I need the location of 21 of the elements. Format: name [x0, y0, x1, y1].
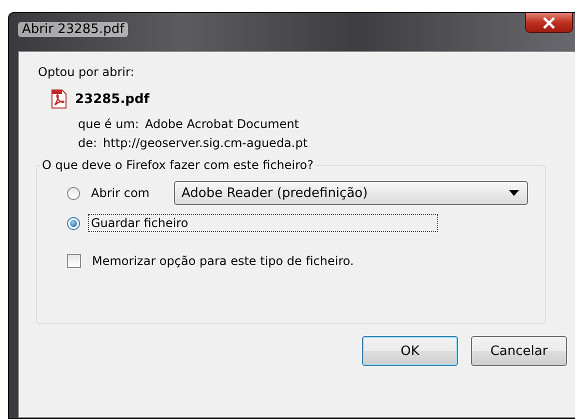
checkbox[interactable] [67, 254, 81, 268]
option-label[interactable]: Guardar ficheiro [88, 214, 438, 232]
dropdown-caret-icon [509, 190, 520, 196]
file-name: 23285.pdf [75, 92, 150, 106]
source-url: http://geoserver.sig.cm-agueda.pt [103, 136, 308, 150]
ok-button[interactable]: OK [362, 336, 458, 366]
intro-text: Optou por abrir: [38, 65, 136, 79]
app-dropdown[interactable]: Adobe Reader (predefinição) [174, 181, 528, 205]
close-icon [542, 16, 556, 28]
file-type: Adobe Acrobat Document [144, 117, 300, 131]
checkbox-label[interactable]: Memorizar opção para este tipo de ficheiro. [89, 252, 357, 270]
type-label: que é um: [78, 117, 139, 131]
pdf-file-icon [49, 89, 69, 109]
cancel-button[interactable]: Cancelar [471, 336, 567, 366]
window-title: Abrir 23285.pdf [18, 22, 128, 37]
option-label[interactable]: Abrir com [88, 184, 152, 202]
radio-button[interactable] [67, 216, 80, 230]
source-label: de: [78, 136, 98, 150]
radio-button[interactable] [67, 186, 80, 200]
group-legend: O que deve o Firefox fazer com este ficheiro? [40, 158, 316, 172]
close-button[interactable] [525, 13, 573, 33]
